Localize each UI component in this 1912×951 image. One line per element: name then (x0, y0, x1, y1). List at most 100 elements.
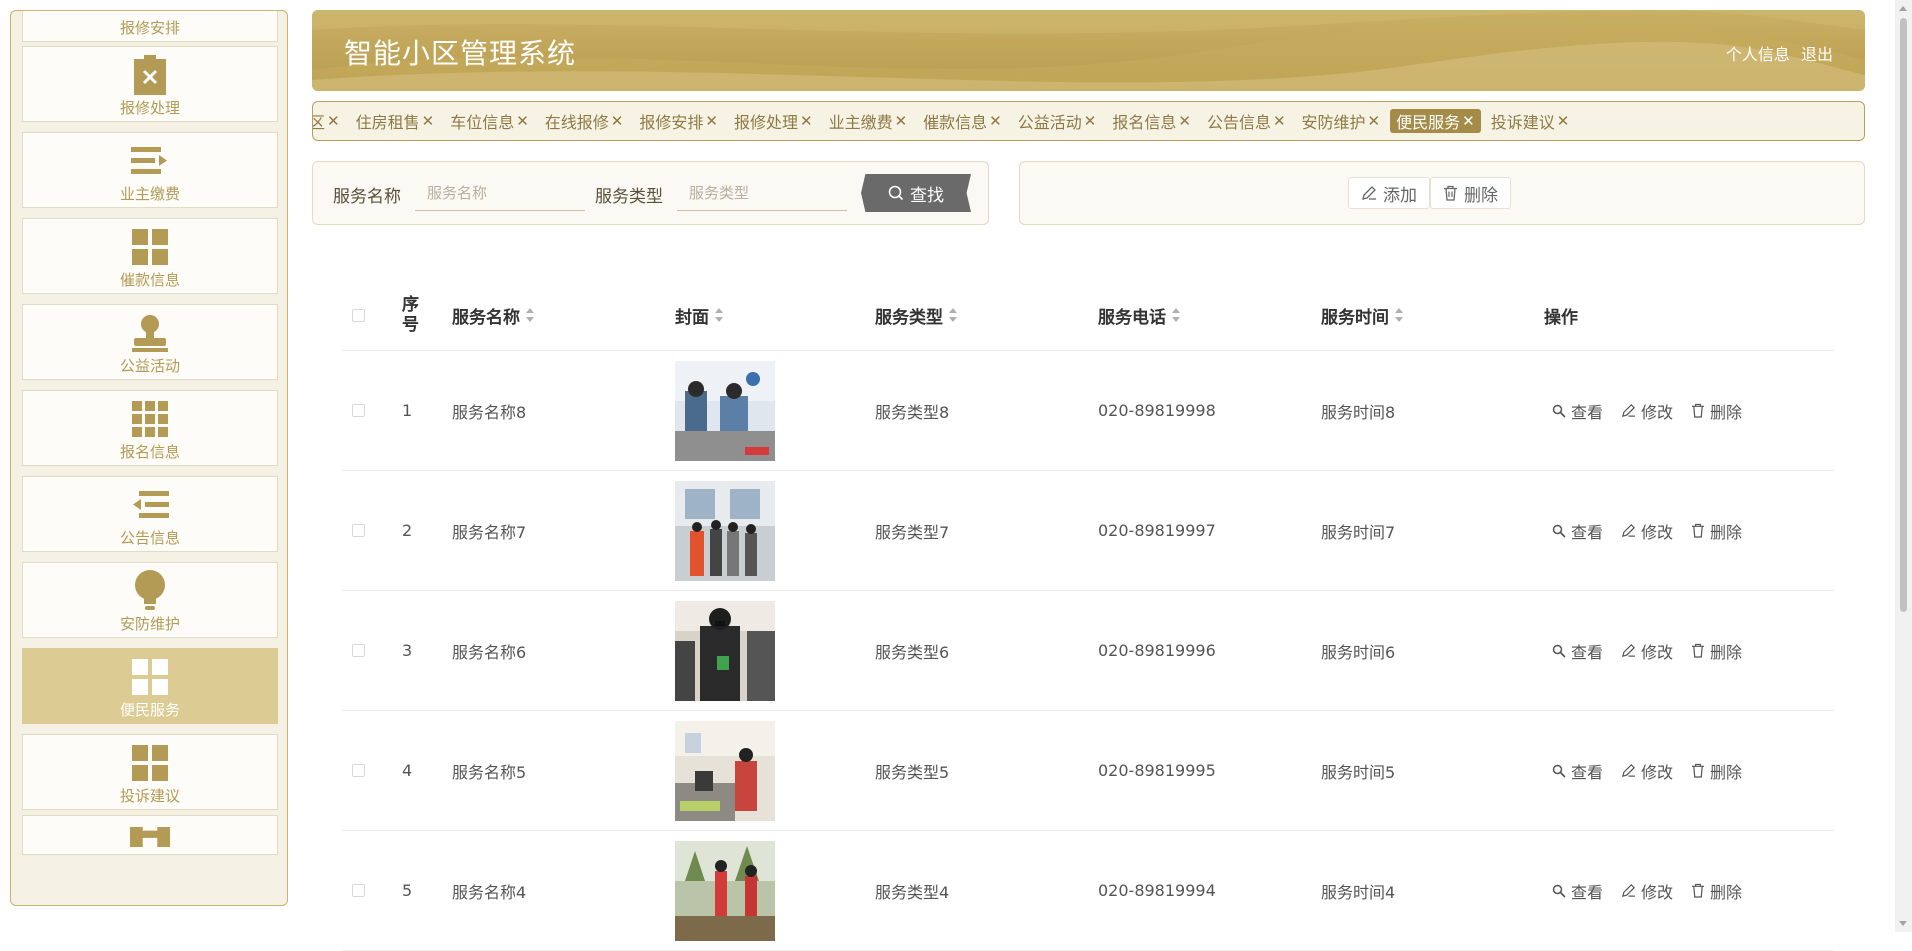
view-button[interactable]: 查看 (1552, 879, 1603, 903)
close-icon[interactable]: ✕ (1273, 112, 1286, 130)
sidebar-item-repair-plan[interactable]: 报修安排 (22, 11, 278, 42)
delete-row-button[interactable]: 删除 (1691, 639, 1742, 663)
cover-image[interactable] (675, 360, 775, 461)
scroll-down-icon[interactable] (1899, 921, 1907, 926)
close-icon[interactable]: ✕ (516, 112, 529, 130)
row-checkbox[interactable] (352, 404, 365, 417)
tab-convenience[interactable]: 便民服务 ✕ (1390, 109, 1481, 133)
tab-label: 便民服务 (1396, 113, 1461, 132)
sidebar-item-label: 报修处理 (119, 99, 180, 117)
header-time[interactable]: 服务时间 (1321, 280, 1403, 350)
tab-repair-plan[interactable]: 报修安排 ✕ (633, 109, 724, 133)
header-type[interactable]: 服务类型 (875, 280, 957, 350)
delete-row-button[interactable]: 删除 (1691, 519, 1742, 543)
close-icon[interactable]: ✕ (989, 112, 1002, 130)
cover-image[interactable] (675, 720, 775, 821)
cover-image[interactable] (675, 840, 775, 941)
tab-notice[interactable]: 公告信息 ✕ (1201, 109, 1292, 133)
delete-row-button[interactable]: 删除 (1691, 399, 1742, 423)
trash-icon (1691, 883, 1705, 898)
sidebar-item-more[interactable] (22, 815, 278, 855)
tab-owner-payment[interactable]: 业主缴费 ✕ (823, 109, 914, 133)
close-icon[interactable]: ✕ (800, 112, 813, 130)
header-name[interactable]: 服务名称 (452, 280, 534, 350)
sort-icon[interactable] (949, 308, 957, 322)
view-button[interactable]: 查看 (1552, 759, 1603, 783)
edit-button[interactable]: 修改 (1621, 519, 1673, 543)
close-icon[interactable]: ✕ (705, 112, 718, 130)
delete-row-button[interactable]: 删除 (1691, 879, 1742, 903)
edit-button[interactable]: 修改 (1621, 399, 1673, 423)
delete-row-button[interactable]: 删除 (1691, 759, 1742, 783)
sidebar-item-label: 公益活动 (119, 357, 180, 375)
header-cover[interactable]: 封面 (675, 280, 723, 350)
service-type-label: 服务类型 (595, 187, 663, 207)
sidebar-item-security[interactable]: 安防维护 (22, 562, 278, 638)
edit-button[interactable]: 修改 (1621, 639, 1673, 663)
table-row: 2 服务名称7 服务类型7 020-89819997 服务时间7 查看 修改 删… (342, 471, 1834, 591)
view-button[interactable]: 查看 (1552, 399, 1603, 423)
close-icon[interactable]: ✕ (422, 112, 435, 130)
edit-button[interactable]: 修改 (1621, 879, 1673, 903)
sidebar-item-complaint[interactable]: 投诉建议 (22, 734, 278, 810)
service-name-input[interactable] (415, 175, 585, 211)
tab-public-activity[interactable]: 公益活动 ✕ (1012, 109, 1103, 133)
row-checkbox[interactable] (352, 884, 365, 897)
close-icon[interactable]: ✕ (1557, 112, 1570, 130)
row-cover-cell (675, 351, 775, 470)
tab-dunning[interactable]: 催款信息 ✕ (917, 109, 1008, 133)
sidebar-item-signup[interactable]: 报名信息 (22, 390, 278, 466)
row-select-cell (352, 471, 365, 590)
tab-complaint[interactable]: 投诉建议 ✕ (1485, 109, 1576, 133)
tab-parking[interactable]: 车位信息 ✕ (444, 109, 535, 133)
close-icon[interactable]: ✕ (1084, 112, 1097, 130)
view-button[interactable]: 查看 (1552, 519, 1603, 543)
sidebar-item-public-activity[interactable]: 公益活动 (22, 304, 278, 380)
row-checkbox[interactable] (352, 644, 365, 657)
edit-icon (1622, 884, 1636, 897)
sidebar-item-repair-handle[interactable]: 报修处理 (22, 46, 278, 122)
delete-button[interactable]: 删除 (1430, 177, 1511, 209)
close-icon[interactable]: ✕ (1462, 112, 1475, 130)
close-icon[interactable]: ✕ (1368, 112, 1381, 130)
sort-icon[interactable] (715, 308, 723, 322)
cover-image[interactable] (675, 600, 775, 701)
search-button[interactable]: 查找 (861, 174, 971, 212)
row-cover-cell (675, 831, 775, 950)
service-type-input[interactable] (677, 175, 847, 211)
row-checkbox[interactable] (352, 524, 365, 537)
scrollbar-thumb[interactable] (1900, 18, 1907, 612)
tab-security[interactable]: 安防维护 ✕ (1296, 109, 1387, 133)
row-checkbox[interactable] (352, 764, 365, 777)
sort-icon[interactable] (1395, 308, 1403, 322)
edit-icon (1362, 186, 1376, 200)
sidebar-item-dunning[interactable]: 催款信息 (22, 218, 278, 294)
logout-link[interactable]: 退出 (1801, 45, 1833, 64)
sort-icon[interactable] (526, 308, 534, 322)
cover-image[interactable] (675, 480, 775, 581)
edit-button[interactable]: 修改 (1621, 759, 1673, 783)
tab-housing[interactable]: 住房租售 ✕ (350, 109, 441, 133)
sidebar-item-convenience[interactable]: 便民服务 (22, 648, 278, 724)
page-scrollbar[interactable] (1895, 0, 1912, 932)
header-cover-label: 封面 (675, 307, 709, 328)
select-all-checkbox[interactable] (352, 308, 365, 322)
sidebar-item-owner-payment[interactable]: 业主缴费 (22, 132, 278, 208)
row-time: 服务时间6 (1321, 642, 1396, 662)
tab-cut-off[interactable]: 区✕ (313, 109, 346, 133)
sidebar: 报修安排 报修处理 业主缴费 催款信息 公益活动 报名信息 公告信息 安防维护 … (10, 10, 288, 906)
user-info-link[interactable]: 个人信息 (1726, 45, 1790, 64)
tab-online-repair[interactable]: 在线报修 ✕ (539, 109, 630, 133)
sort-icon[interactable] (1172, 308, 1180, 322)
add-button[interactable]: 添加 (1348, 177, 1430, 209)
close-icon[interactable]: ✕ (895, 112, 908, 130)
view-button[interactable]: 查看 (1552, 639, 1603, 663)
scroll-up-icon[interactable] (1899, 6, 1907, 11)
close-icon[interactable]: ✕ (611, 112, 624, 130)
tab-signup[interactable]: 报名信息 ✕ (1106, 109, 1197, 133)
close-icon[interactable]: ✕ (327, 112, 340, 130)
close-icon[interactable]: ✕ (1178, 112, 1191, 130)
sidebar-item-notice[interactable]: 公告信息 (22, 476, 278, 552)
header-phone[interactable]: 服务电话 (1098, 280, 1180, 350)
tab-repair-handle[interactable]: 报修处理 ✕ (728, 109, 819, 133)
